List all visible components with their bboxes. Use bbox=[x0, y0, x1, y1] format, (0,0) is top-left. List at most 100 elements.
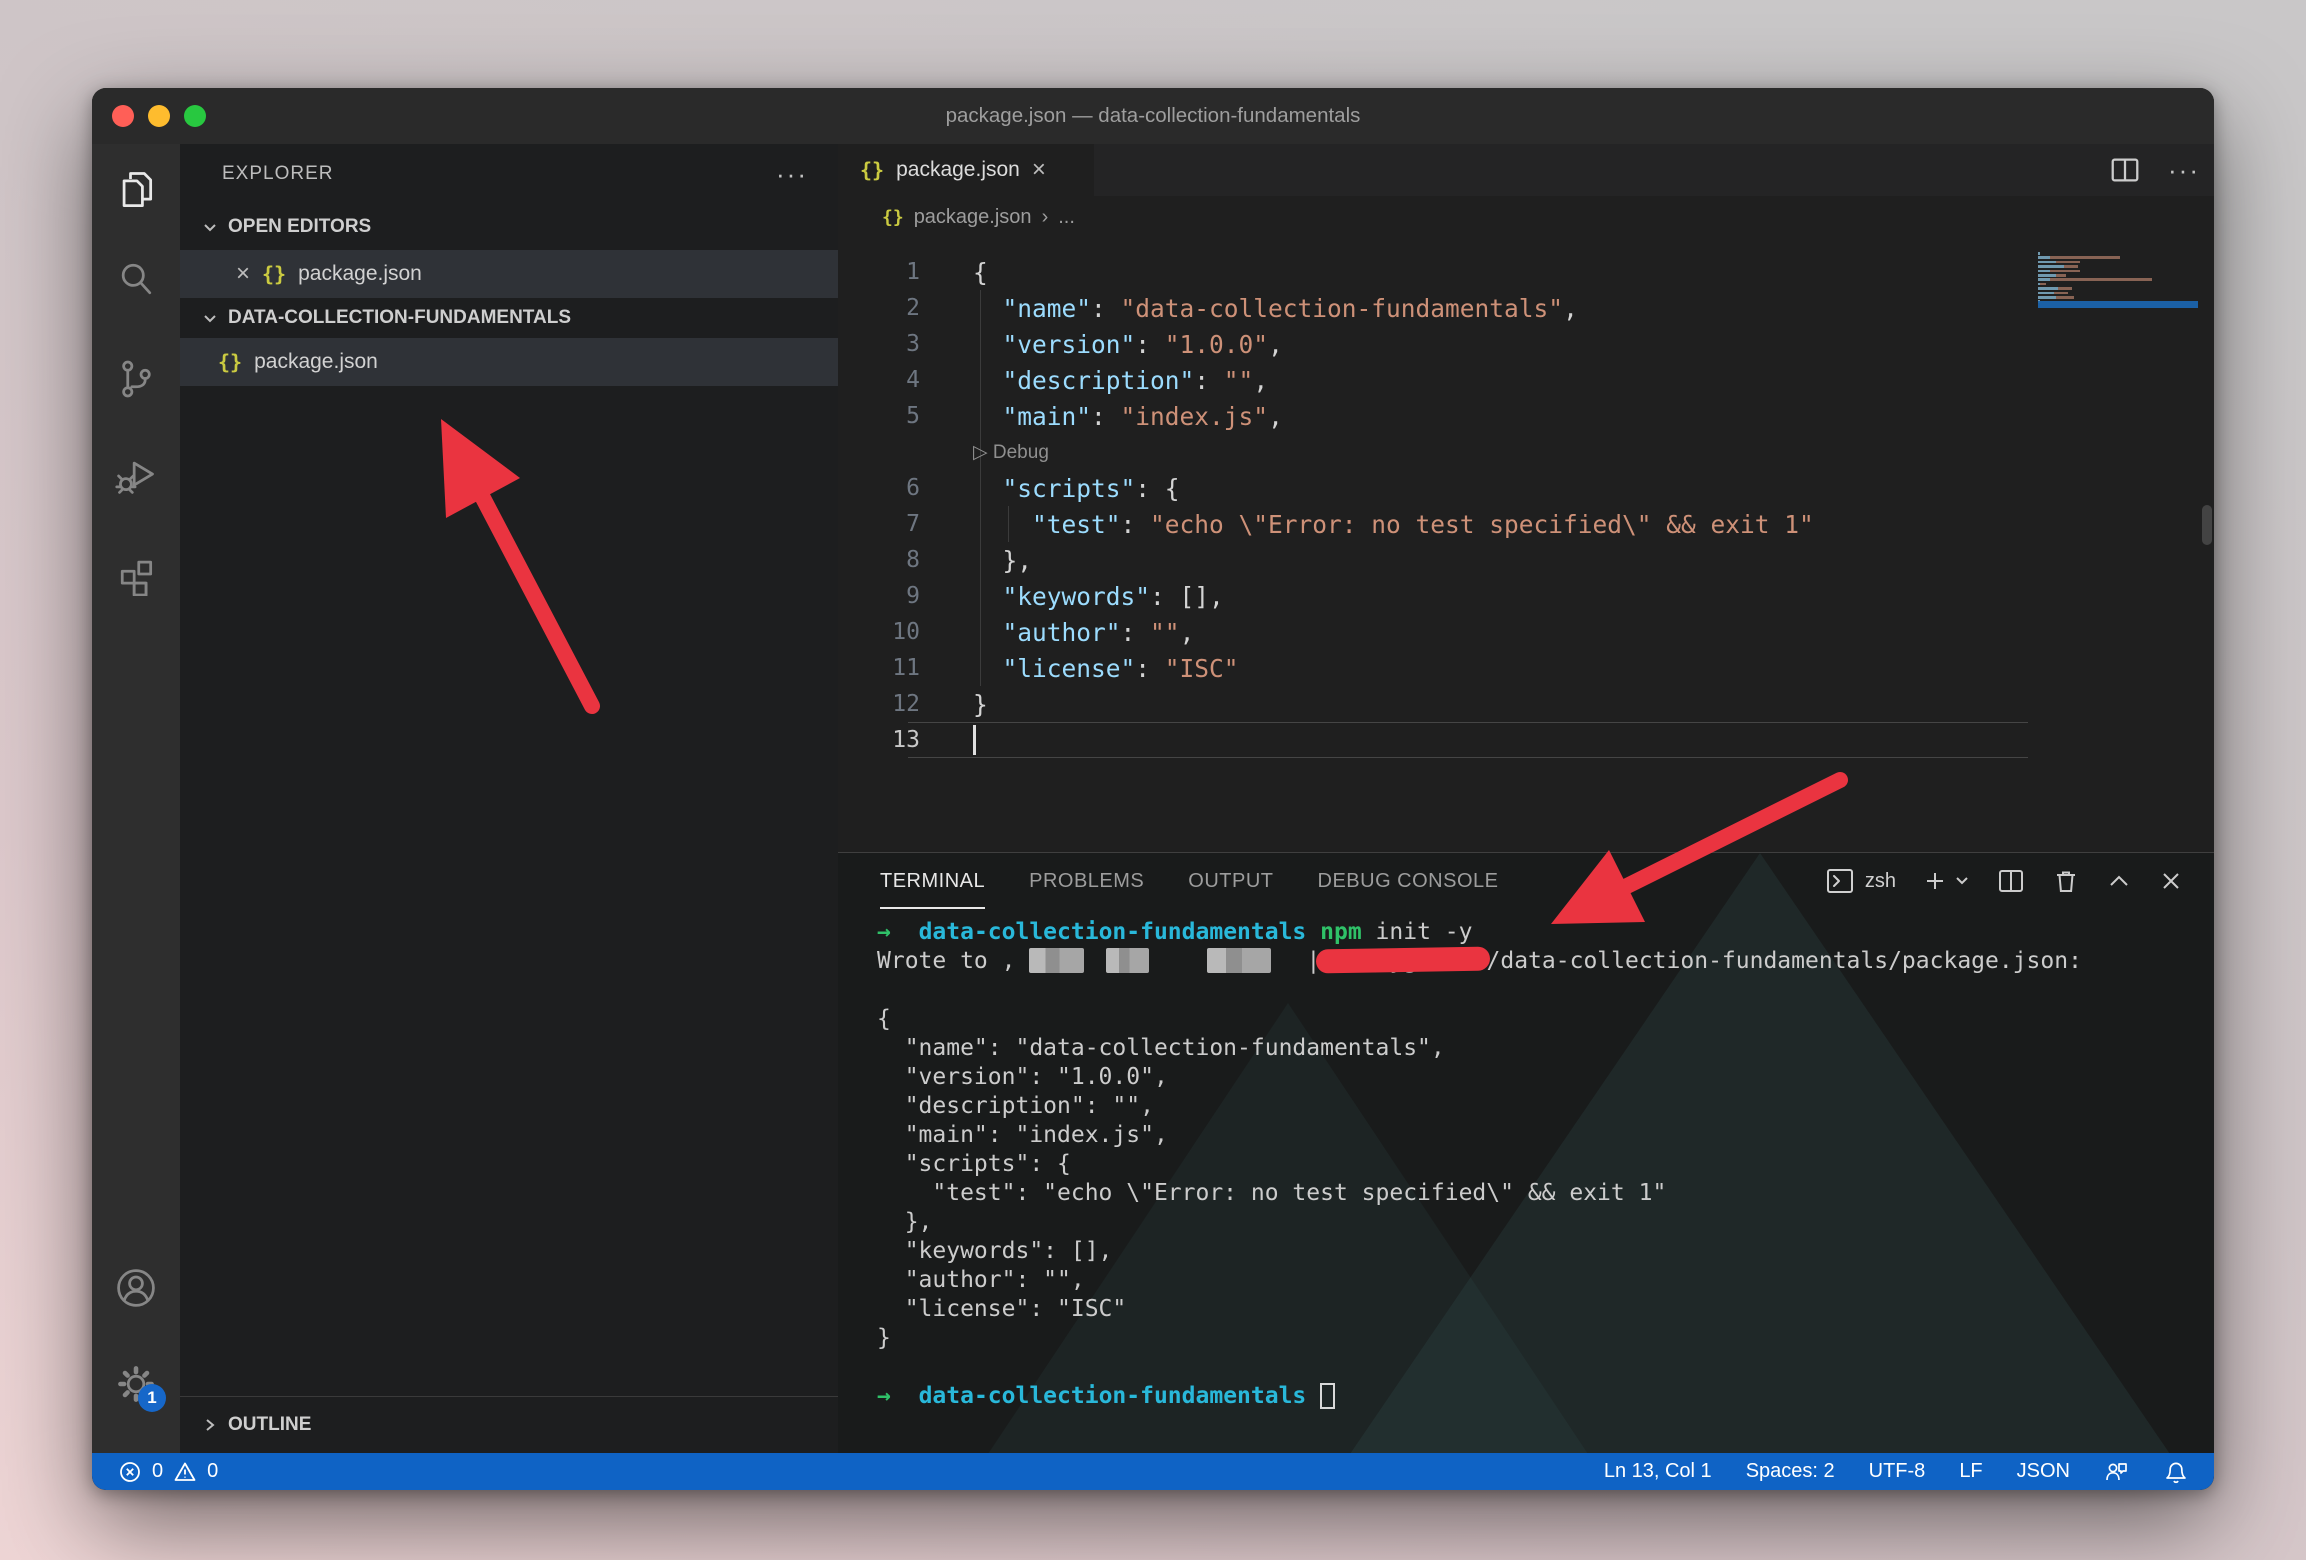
code-line: 7 "test": "echo \"Error: no test specifi… bbox=[838, 506, 2214, 542]
open-editors-label: OPEN EDITORS bbox=[228, 216, 371, 238]
panel-tab-problems[interactable]: PROBLEMS bbox=[1029, 853, 1144, 909]
code-line: 3 "version": "1.0.0", bbox=[838, 326, 2214, 362]
open-editors-section[interactable]: OPEN EDITORS bbox=[180, 204, 838, 250]
explorer-icon[interactable] bbox=[112, 166, 160, 214]
eol[interactable]: LF bbox=[1959, 1460, 1982, 1483]
panel-tab-terminal[interactable]: TERMINAL bbox=[880, 853, 985, 909]
terminal-text: "name": "data-collection-fundamentals", bbox=[877, 1035, 1445, 1061]
breadcrumb-separator: › bbox=[1042, 206, 1049, 229]
close-tab-icon[interactable]: × bbox=[1032, 158, 1046, 182]
breadcrumb[interactable]: {} package.json › ... bbox=[838, 196, 2214, 238]
code-line: 1{ bbox=[838, 254, 2214, 290]
problems-status[interactable]: 0 0 bbox=[118, 1460, 218, 1484]
code-line: 6 "scripts": { bbox=[838, 470, 2214, 506]
line-number: 8 bbox=[838, 547, 920, 573]
minimap-line bbox=[2038, 278, 2198, 281]
search-icon[interactable] bbox=[112, 255, 160, 303]
open-editor-item-package-json[interactable]: × {} package.json bbox=[180, 250, 838, 298]
terminal-text: Wrote to , bbox=[877, 948, 1015, 974]
redaction-gap bbox=[1271, 960, 1306, 961]
run-debug-icon[interactable] bbox=[112, 451, 160, 499]
terminal-line: Wrote to ,|/iPlayground/data-collection-… bbox=[877, 946, 2204, 975]
panel-tab-output[interactable]: OUTPUT bbox=[1188, 853, 1273, 909]
terminal-text: "description": "", bbox=[877, 1093, 1154, 1119]
split-terminal-icon[interactable] bbox=[1996, 867, 2026, 895]
json-file-icon: {} bbox=[882, 207, 904, 228]
terminal-text: init -y bbox=[1362, 919, 1473, 945]
terminal-text: "scripts": { bbox=[877, 1151, 1071, 1177]
minimap-line bbox=[2038, 287, 2198, 290]
breadcrumb-file[interactable]: package.json bbox=[914, 206, 1032, 229]
current-line-highlight bbox=[908, 722, 2028, 758]
codelens-line[interactable]: ▷ Debug bbox=[838, 434, 2214, 470]
maximize-panel-icon[interactable] bbox=[2106, 869, 2132, 893]
close-editor-icon[interactable]: × bbox=[236, 262, 250, 286]
editor-more-actions-icon[interactable]: ··· bbox=[2168, 155, 2200, 186]
code-line: 10 "author": "", bbox=[838, 614, 2214, 650]
terminal-text: /data-collection-fundamentals/package.js… bbox=[1487, 948, 2082, 974]
account-icon[interactable] bbox=[112, 1264, 160, 1312]
code-editor[interactable]: 1{2 "name": "data-collection-fundamental… bbox=[838, 238, 2214, 852]
terminal-content[interactable]: → data-collection-fundamentals npm init … bbox=[877, 917, 2204, 1453]
editor-group: {} package.json × ··· {} package.json › … bbox=[838, 144, 2214, 1453]
line-number: 6 bbox=[838, 475, 920, 501]
json-file-icon: {} bbox=[262, 262, 286, 286]
warning-count: 0 bbox=[207, 1460, 218, 1483]
terminal-line: "scripts": { bbox=[877, 1149, 2204, 1178]
breadcrumb-tail[interactable]: ... bbox=[1058, 206, 1075, 229]
terminal-cursor bbox=[1320, 1383, 1335, 1409]
terminal-line bbox=[877, 975, 2204, 1004]
file-item-package-json[interactable]: {} package.json bbox=[180, 338, 838, 386]
terminal-text bbox=[891, 919, 919, 945]
extensions-icon[interactable] bbox=[112, 550, 160, 598]
title-bar: package.json — data-collection-fundament… bbox=[92, 88, 2214, 144]
line-number: 5 bbox=[838, 403, 920, 429]
minimap-slider[interactable] bbox=[2038, 301, 2198, 308]
kill-terminal-icon[interactable] bbox=[2052, 867, 2080, 895]
vertical-scrollbar[interactable] bbox=[2202, 505, 2212, 545]
encoding[interactable]: UTF-8 bbox=[1869, 1460, 1926, 1483]
language-mode[interactable]: JSON bbox=[2017, 1460, 2070, 1483]
open-editor-file-label: package.json bbox=[298, 262, 422, 286]
minimap[interactable] bbox=[2038, 252, 2198, 305]
minimap-line bbox=[2038, 265, 2198, 268]
feedback-icon[interactable] bbox=[2104, 1460, 2130, 1484]
line-number: 3 bbox=[838, 331, 920, 357]
shell-selector[interactable]: zsh bbox=[1825, 867, 1896, 895]
terminal-line: "license": "ISC" bbox=[877, 1294, 2204, 1323]
new-terminal-button[interactable] bbox=[1922, 868, 1970, 894]
folder-section[interactable]: DATA-COLLECTION-FUNDAMENTALS bbox=[180, 298, 838, 338]
activity-bar: 1 bbox=[92, 144, 180, 1453]
redaction-gap bbox=[1149, 960, 1207, 961]
editor-cursor bbox=[973, 725, 976, 755]
line-number: 10 bbox=[838, 619, 920, 645]
code-line: 4 "description": "", bbox=[838, 362, 2214, 398]
bell-icon[interactable] bbox=[2164, 1459, 2188, 1485]
terminal-line: { bbox=[877, 1004, 2204, 1033]
close-panel-icon[interactable] bbox=[2158, 868, 2184, 894]
split-editor-icon[interactable] bbox=[2108, 153, 2142, 187]
panel-tab-debug-console[interactable]: DEBUG CONSOLE bbox=[1318, 853, 1499, 909]
chevron-down-icon bbox=[200, 308, 220, 328]
terminal-line: "main": "index.js", bbox=[877, 1120, 2204, 1149]
source-control-icon[interactable] bbox=[112, 355, 160, 403]
redaction-scribble bbox=[1316, 946, 1491, 973]
indentation[interactable]: Spaces: 2 bbox=[1746, 1460, 1835, 1483]
more-actions-icon[interactable]: ··· bbox=[776, 159, 808, 190]
redaction-gap bbox=[1084, 960, 1106, 961]
window-title: package.json — data-collection-fundament… bbox=[92, 88, 2214, 144]
code-line: 9 "keywords": [], bbox=[838, 578, 2214, 614]
terminal-line: "author": "", bbox=[877, 1265, 2204, 1294]
chevron-down-icon bbox=[200, 217, 220, 237]
code-line: 13 bbox=[838, 722, 2214, 758]
cursor-position[interactable]: Ln 13, Col 1 bbox=[1604, 1460, 1712, 1483]
explorer-sidebar: EXPLORER ··· OPEN EDITORS × {} package.j… bbox=[180, 144, 838, 1453]
terminal-text: "version": "1.0.0", bbox=[877, 1064, 1168, 1090]
settings-gear-icon[interactable]: 1 bbox=[112, 1360, 160, 1408]
terminal-line: "description": "", bbox=[877, 1091, 2204, 1120]
terminal-line: "version": "1.0.0", bbox=[877, 1062, 2204, 1091]
outline-section[interactable]: OUTLINE bbox=[180, 1396, 838, 1453]
code-lines: 1{2 "name": "data-collection-fundamental… bbox=[838, 254, 2214, 758]
json-file-icon: {} bbox=[860, 158, 884, 182]
tab-package-json[interactable]: {} package.json × bbox=[838, 144, 1094, 196]
